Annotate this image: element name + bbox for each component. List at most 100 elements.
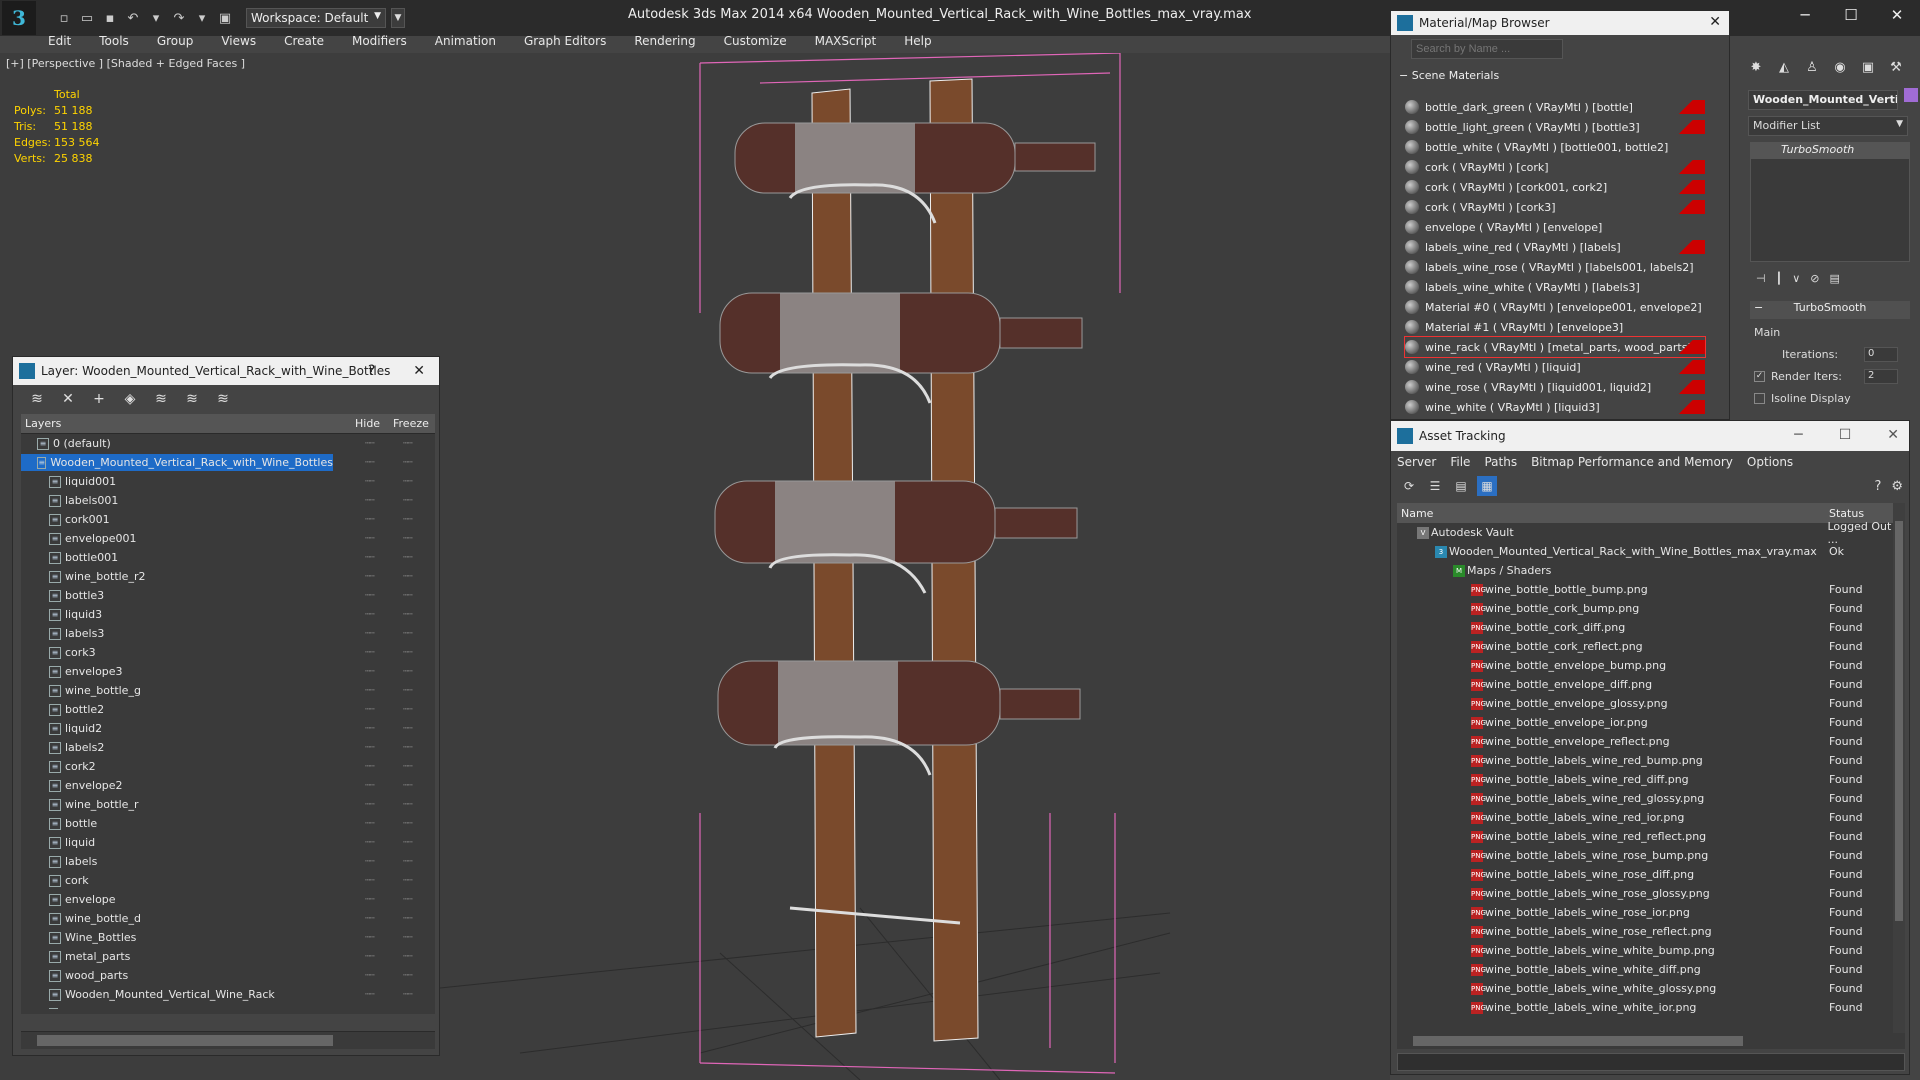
layer-name-cell[interactable]: ≡ 0 (default)	[21, 435, 333, 452]
menu-animation[interactable]: Animation	[421, 32, 510, 52]
freeze-toggle-icon[interactable]: ┄┄	[403, 610, 413, 620]
layer-row[interactable]: ≡ Wooden_Mounted_Vertical_Wine_Rack ┄┄ ┄┄	[21, 985, 435, 1004]
undo-dropdown-icon[interactable]: ▾	[146, 8, 166, 28]
col-name[interactable]: Name	[1397, 507, 1825, 520]
asset-name-cell[interactable]: PNG wine_bottle_labels_wine_red_diff.png	[1397, 773, 1825, 786]
freeze-toggle-icon[interactable]: ┄┄	[403, 629, 413, 639]
configure-modifier-icon[interactable]: ▤	[1830, 272, 1840, 285]
material-item[interactable]: cork ( VRayMtl ) [cork001, cork2]	[1405, 177, 1705, 197]
freeze-toggle-icon[interactable]: ┄┄	[403, 553, 413, 563]
asset-row[interactable]: PNG wine_bottle_labels_wine_rose_bump.png…	[1397, 846, 1905, 865]
asset-row[interactable]: V Autodesk Vault Logged Out ...	[1397, 520, 1905, 546]
menu-maxscript[interactable]: MAXScript	[801, 32, 891, 52]
menu-modifiers[interactable]: Modifiers	[338, 32, 421, 52]
render-iters-spinner[interactable]: 2	[1864, 368, 1898, 384]
material-item[interactable]: wine_white ( VRayMtl ) [liquid3]	[1405, 397, 1705, 417]
layer-name-cell[interactable]: ≡ wine_bottle_r2	[21, 568, 333, 585]
material-browser-titlebar[interactable]: Material/Map Browser ✕	[1391, 11, 1729, 35]
make-unique-icon[interactable]: ∨	[1792, 272, 1800, 285]
menu-customize[interactable]: Customize	[710, 32, 801, 52]
asset-name-cell[interactable]: PNG wine_bottle_envelope_diff.png	[1397, 678, 1825, 691]
asset-row[interactable]: PNG wine_bottle_labels_wine_red_ior.png Fo…	[1397, 808, 1905, 827]
layer-name-cell[interactable]: ≡ wine_bottle_r	[21, 796, 333, 813]
highlight-layer-icon[interactable]: ≋	[151, 389, 171, 409]
freeze-toggle-icon[interactable]: ┄┄	[403, 724, 413, 734]
hide-toggle-icon[interactable]: ┄┄	[365, 477, 375, 487]
select-objects-icon[interactable]: ◈	[120, 389, 140, 409]
asset-name-cell[interactable]: PNG wine_bottle_labels_wine_red_reflect.p…	[1397, 830, 1825, 843]
hide-toggle-icon[interactable]: ┄┄	[365, 990, 375, 1000]
hide-toggle-icon[interactable]: ┄┄	[365, 705, 375, 715]
layer-name-cell[interactable]: ≡ wine_bottle_g	[21, 682, 333, 699]
layer-row[interactable]: ≡ bottle001 ┄┄ ┄┄	[21, 548, 435, 567]
layer-row[interactable]: ≡ wood_parts ┄┄ ┄┄	[21, 966, 435, 985]
asset-name-cell[interactable]: PNG wine_bottle_cork_bump.png	[1397, 602, 1825, 615]
material-item[interactable]: labels_wine_red ( VRayMtl ) [labels]	[1405, 237, 1705, 257]
layer-row[interactable]: ≡ Wooden_Mounted_Vertical_Rack_with_Wine_…	[21, 1004, 435, 1009]
save-icon[interactable]: ▪	[100, 8, 120, 28]
display-tab-icon[interactable]: ▣	[1856, 56, 1880, 78]
material-item[interactable]: wine_rack ( VRayMtl ) [metal_parts, wood…	[1404, 336, 1706, 358]
asset-row[interactable]: PNG wine_bottle_cork_reflect.png Found	[1397, 637, 1905, 656]
add-to-layer-icon[interactable]: +	[89, 389, 109, 409]
layer-row[interactable]: ≡ cork3 ┄┄ ┄┄	[21, 643, 435, 662]
freeze-toggle-icon[interactable]: ┄┄	[403, 667, 413, 677]
hide-toggle-icon[interactable]: ┄┄	[365, 857, 375, 867]
hide-toggle-icon[interactable]: ┄┄	[365, 591, 375, 601]
freeze-toggle-icon[interactable]: ┄┄	[403, 591, 413, 601]
asset-name-cell[interactable]: PNG wine_bottle_labels_wine_white_bump.pn…	[1397, 944, 1825, 957]
hide-toggle-icon[interactable]: ┄┄	[365, 914, 375, 924]
menu-tools[interactable]: Tools	[85, 32, 143, 52]
hide-toggle-icon[interactable]: ┄┄	[365, 838, 375, 848]
asset-row[interactable]: PNG wine_bottle_labels_wine_rose_glossy.p…	[1397, 884, 1905, 903]
asset-name-cell[interactable]: M Maps / Shaders	[1397, 564, 1825, 577]
asset-name-cell[interactable]: PNG wine_bottle_labels_wine_rose_ior.png	[1397, 906, 1825, 919]
hide-toggle-icon[interactable]: ┄┄	[365, 781, 375, 791]
menu-group[interactable]: Group	[143, 32, 208, 52]
at-menu-paths[interactable]: Paths	[1484, 455, 1531, 469]
hide-toggle-icon[interactable]: ┄┄	[365, 667, 375, 677]
layer-name-cell[interactable]: ≡ envelope2	[21, 777, 333, 794]
freeze-toggle-icon[interactable]: ┄┄	[403, 458, 413, 468]
layer-name-cell[interactable]: ≡ wood_parts	[21, 967, 333, 984]
close-icon[interactable]: ✕	[1709, 14, 1721, 30]
refresh-icon[interactable]: ⟳	[1399, 476, 1419, 496]
freeze-toggle-icon[interactable]: ┄┄	[403, 819, 413, 829]
layer-name-cell[interactable]: ≡ envelope001	[21, 530, 333, 547]
freeze-toggle-icon[interactable]: ┄┄	[403, 990, 413, 1000]
asset-vertical-scrollbar[interactable]	[1893, 503, 1905, 1033]
asset-row[interactable]: 3 Wooden_Mounted_Vertical_Rack_with_Wine_…	[1397, 542, 1905, 561]
asset-name-cell[interactable]: PNG wine_bottle_labels_wine_red_bump.png	[1397, 754, 1825, 767]
freeze-toggle-icon[interactable]: ┄┄	[403, 572, 413, 582]
layer-row[interactable]: ≡ labels001 ┄┄ ┄┄	[21, 491, 435, 510]
layer-name-cell[interactable]: ≡ liquid3	[21, 606, 333, 623]
undo-icon[interactable]: ↶	[123, 8, 143, 28]
asset-row[interactable]: PNG wine_bottle_labels_wine_rose_reflect.…	[1397, 922, 1905, 941]
layer-row[interactable]: ≡ wine_bottle_r2 ┄┄ ┄┄	[21, 567, 435, 586]
layer-row[interactable]: ≡ cork2 ┄┄ ┄┄	[21, 757, 435, 776]
freeze-toggle-icon[interactable]: ┄┄	[403, 971, 413, 981]
material-item[interactable]: wine_rose ( VRayMtl ) [liquid001, liquid…	[1405, 377, 1705, 397]
asset-name-cell[interactable]: V Autodesk Vault	[1397, 526, 1823, 539]
hide-toggle-icon[interactable]: ┄┄	[365, 952, 375, 962]
layer-row[interactable]: ≡ envelope ┄┄ ┄┄	[21, 890, 435, 909]
new-file-icon[interactable]: ▫	[54, 8, 74, 28]
asset-row[interactable]: PNG wine_bottle_cork_bump.png Found	[1397, 599, 1905, 618]
viewport-label[interactable]: [+] [Perspective ] [Shaded + Edged Faces…	[6, 57, 245, 70]
layer-name-cell[interactable]: ≡ bottle001	[21, 549, 333, 566]
layer-row[interactable]: ≡ bottle2 ┄┄ ┄┄	[21, 700, 435, 719]
hide-toggle-icon[interactable]: ┄┄	[365, 724, 375, 734]
layer-name-cell[interactable]: ≡ liquid	[21, 834, 333, 851]
material-item[interactable]: cork ( VRayMtl ) [cork3]	[1405, 197, 1705, 217]
material-search-input[interactable]	[1411, 39, 1563, 59]
layer-horizontal-scrollbar[interactable]	[21, 1031, 435, 1049]
hide-toggle-icon[interactable]: ┄┄	[365, 895, 375, 905]
asset-row[interactable]: PNG wine_bottle_envelope_diff.png Found	[1397, 675, 1905, 694]
asset-row[interactable]: PNG wine_bottle_envelope_reflect.png Found	[1397, 732, 1905, 751]
pin-stack-icon[interactable]: ⊣	[1756, 272, 1766, 285]
freeze-toggle-icon[interactable]: ┄┄	[403, 477, 413, 487]
asset-name-cell[interactable]: PNG wine_bottle_labels_wine_rose_diff.png	[1397, 868, 1825, 881]
layer-row[interactable]: ≡ cork ┄┄ ┄┄	[21, 871, 435, 890]
layer-name-cell[interactable]: ≡ cork2	[21, 758, 333, 775]
layer-row[interactable]: ≡ wine_bottle_d ┄┄ ┄┄	[21, 909, 435, 928]
